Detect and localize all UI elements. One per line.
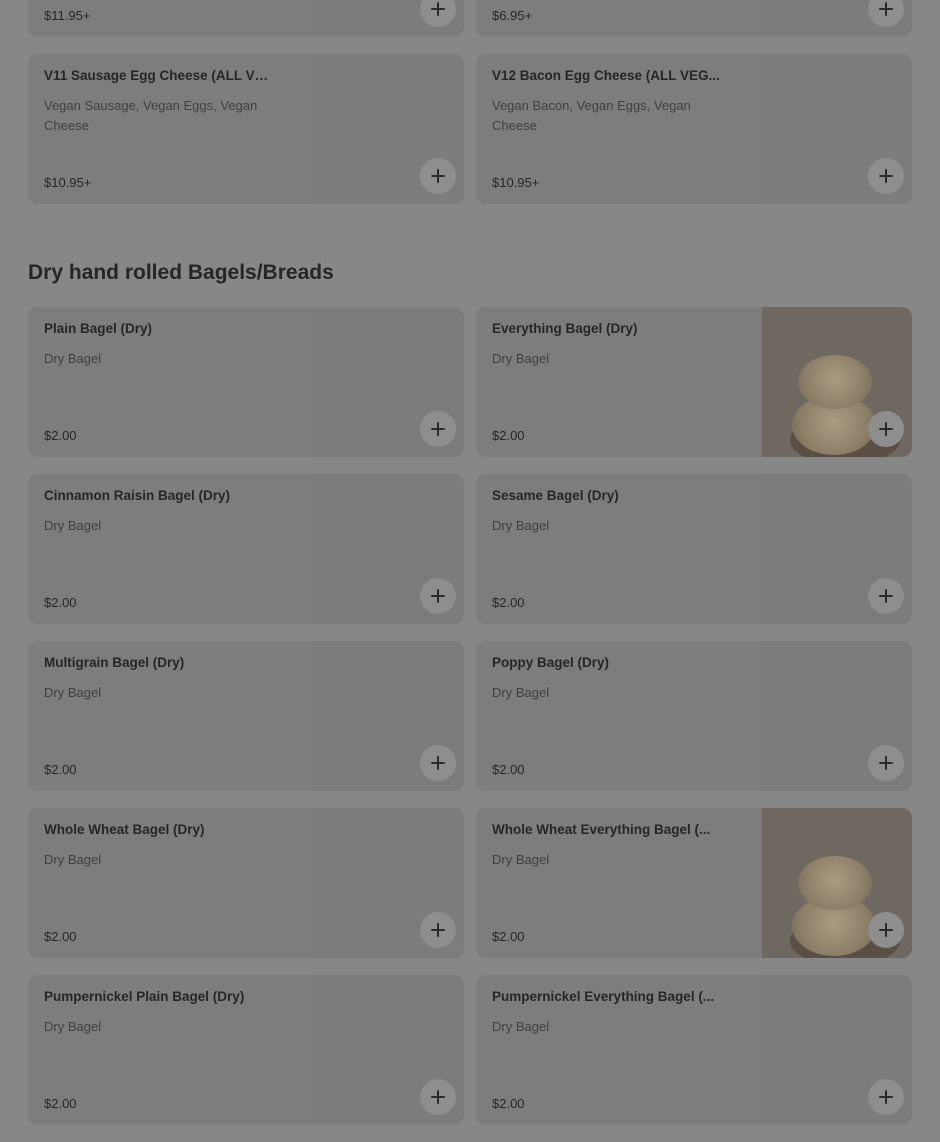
item-description: Dry Bagel bbox=[492, 518, 550, 533]
plus-icon bbox=[879, 923, 893, 937]
plus-icon bbox=[431, 923, 445, 937]
add-to-cart-button[interactable] bbox=[868, 745, 904, 781]
plus-icon bbox=[879, 422, 893, 436]
item-name: Pumpernickel Plain Bagel (Dry) bbox=[44, 989, 245, 1004]
item-description: Dry Bagel bbox=[44, 518, 102, 533]
item-price: $10.95+ bbox=[492, 175, 540, 190]
menu-item-card[interactable]: Whole Wheat Everything Bagel (... Dry Ba… bbox=[476, 808, 912, 958]
menu-item-card[interactable]: Sesame Bagel (Dry) Dry Bagel $2.00 bbox=[476, 474, 912, 624]
item-price: $2.00 bbox=[492, 595, 525, 610]
item-price: $2.00 bbox=[492, 762, 525, 777]
menu-item-card[interactable]: Poppy Bagel (Dry) Dry Bagel $2.00 bbox=[476, 641, 912, 791]
item-description: Dry Bagel bbox=[44, 351, 102, 366]
item-price: $2.00 bbox=[492, 428, 525, 443]
add-to-cart-button[interactable] bbox=[868, 912, 904, 948]
menu-item-card[interactable]: Plain Bagel (Dry) Dry Bagel $2.00 bbox=[28, 307, 464, 457]
plus-icon bbox=[879, 2, 893, 16]
menu-item-card[interactable]: V11 Sausage Egg Cheese (ALL VE... Vegan … bbox=[28, 54, 464, 204]
item-description: Vegan Sausage, Vegan Eggs, Vegan Cheese bbox=[44, 98, 258, 133]
menu-grid-dry-bagels: Plain Bagel (Dry) Dry Bagel $2.00 Everyt… bbox=[28, 307, 912, 1142]
menu-item-card[interactable]: Whole Wheat Bagel (Dry) Dry Bagel $2.00 bbox=[28, 808, 464, 958]
plus-icon bbox=[879, 169, 893, 183]
plus-icon bbox=[431, 1090, 445, 1104]
menu-item-card[interactable]: Everything Bagel (Dry) Dry Bagel $2.00 bbox=[476, 307, 912, 457]
menu-item-card[interactable]: V12 Bacon Egg Cheese (ALL VEG... Vegan B… bbox=[476, 54, 912, 204]
item-description: Dry Bagel bbox=[44, 685, 102, 700]
item-description: Dry Bagel bbox=[492, 351, 550, 366]
item-description: Dry Bagel bbox=[492, 685, 550, 700]
plus-icon bbox=[431, 422, 445, 436]
menu-item-card[interactable]: $6.95+ bbox=[476, 0, 912, 37]
item-name: Poppy Bagel (Dry) bbox=[492, 655, 610, 670]
plus-icon bbox=[879, 756, 893, 770]
menu-item-card[interactable]: Pumpernickel Plain Bagel (Dry) Dry Bagel… bbox=[28, 975, 464, 1125]
item-name: Pumpernickel Everything Bagel (... bbox=[492, 989, 715, 1004]
item-price: $10.95+ bbox=[44, 175, 92, 190]
plus-icon bbox=[431, 2, 445, 16]
item-description: Dry Bagel bbox=[492, 852, 550, 867]
add-to-cart-button[interactable] bbox=[420, 745, 456, 781]
add-to-cart-button[interactable] bbox=[868, 1079, 904, 1115]
add-to-cart-button[interactable] bbox=[868, 158, 904, 194]
item-description: Dry Bagel bbox=[44, 852, 102, 867]
item-name: V11 Sausage Egg Cheese (ALL VE... bbox=[44, 68, 272, 83]
item-price: $2.00 bbox=[44, 929, 77, 944]
plus-icon bbox=[431, 169, 445, 183]
plus-icon bbox=[431, 756, 445, 770]
add-to-cart-button[interactable] bbox=[420, 411, 456, 447]
item-name: Plain Bagel (Dry) bbox=[44, 321, 153, 336]
item-price: $2.00 bbox=[492, 1096, 525, 1111]
add-to-cart-button[interactable] bbox=[420, 1079, 456, 1115]
item-price: $2.00 bbox=[492, 929, 525, 944]
item-price: $2.00 bbox=[44, 762, 77, 777]
plus-icon bbox=[879, 589, 893, 603]
item-name: Whole Wheat Everything Bagel (... bbox=[492, 822, 711, 837]
item-name: Multigrain Bagel (Dry) bbox=[44, 655, 185, 670]
menu-item-card[interactable]: Cinnamon Raisin Bagel (Dry) Dry Bagel $2… bbox=[28, 474, 464, 624]
item-price: $11.95+ bbox=[44, 8, 91, 23]
item-description: Dry Bagel bbox=[492, 1019, 550, 1034]
item-price: $2.00 bbox=[44, 1096, 77, 1111]
menu-grid-vegan: V11 Sausage Egg Cheese (ALL VE... Vegan … bbox=[28, 54, 912, 221]
item-name: Whole Wheat Bagel (Dry) bbox=[44, 822, 205, 837]
add-to-cart-button[interactable] bbox=[420, 158, 456, 194]
menu-item-card[interactable]: Multigrain Bagel (Dry) Dry Bagel $2.00 bbox=[28, 641, 464, 791]
menu-grid-top-partial: $11.95+ $6.95+ bbox=[28, 0, 912, 54]
plus-icon bbox=[431, 589, 445, 603]
section-title: Dry hand rolled Bagels/Breads bbox=[28, 261, 334, 284]
item-name: Sesame Bagel (Dry) bbox=[492, 488, 619, 503]
item-price: $6.95+ bbox=[492, 8, 533, 23]
add-to-cart-button[interactable] bbox=[420, 912, 456, 948]
item-name: Cinnamon Raisin Bagel (Dry) bbox=[44, 488, 231, 503]
add-to-cart-button[interactable] bbox=[868, 578, 904, 614]
item-description: Dry Bagel bbox=[44, 1019, 102, 1034]
add-to-cart-button[interactable] bbox=[868, 411, 904, 447]
item-price: $2.00 bbox=[44, 595, 77, 610]
item-name: Everything Bagel (Dry) bbox=[492, 321, 638, 336]
item-name: V12 Bacon Egg Cheese (ALL VEG... bbox=[492, 68, 720, 83]
add-to-cart-button[interactable] bbox=[420, 578, 456, 614]
menu-item-card[interactable]: Pumpernickel Everything Bagel (... Dry B… bbox=[476, 975, 912, 1125]
item-description: Vegan Bacon, Vegan Eggs, Vegan Cheese bbox=[492, 98, 691, 133]
menu-item-card[interactable]: $11.95+ bbox=[28, 0, 464, 37]
plus-icon bbox=[879, 1090, 893, 1104]
item-price: $2.00 bbox=[44, 428, 77, 443]
